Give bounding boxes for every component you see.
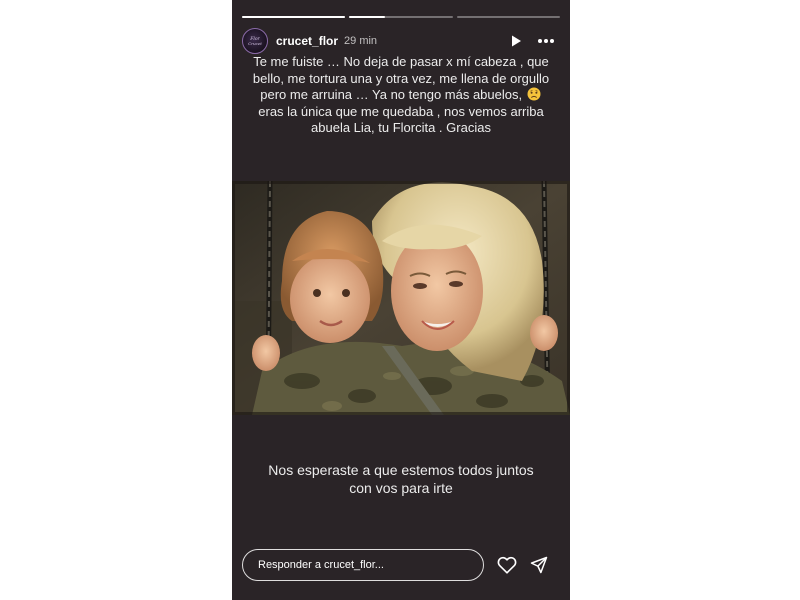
send-paper-plane-icon (530, 556, 548, 574)
avatar[interactable]: Flor Crucet (242, 28, 268, 54)
heart-outline-icon (497, 556, 517, 574)
story-photo (232, 181, 570, 415)
story-caption-bottom: Nos esperaste a que estemos todos juntos… (268, 462, 534, 496)
progress-segment (456, 16, 560, 18)
reply-input[interactable] (242, 549, 484, 581)
progress-segment (242, 16, 346, 18)
story-footer (242, 548, 556, 582)
more-horizontal-icon (538, 39, 554, 43)
avatar-logo-icon: Flor Crucet (248, 36, 262, 46)
story-viewer: Flor Crucet crucet_flor 29 min Te me fui… (232, 0, 570, 600)
like-button[interactable] (494, 552, 520, 578)
story-header: Flor Crucet crucet_flor 29 min (242, 28, 558, 54)
progress-fill (349, 16, 386, 18)
sad-face-emoji-icon (527, 87, 541, 101)
story-progress (242, 16, 560, 18)
caption-text-part-2: eras la única que me quedaba , nos vemos… (258, 103, 544, 136)
send-button[interactable] (526, 552, 552, 578)
progress-segment (349, 16, 453, 18)
swing-photo-image (232, 181, 570, 415)
more-options-button[interactable] (534, 29, 558, 53)
username[interactable]: crucet_flor (276, 34, 338, 48)
story-caption-top: Te me fuiste … No deja de pasar x mí cab… (246, 54, 556, 137)
progress-fill (242, 16, 346, 18)
play-button[interactable] (504, 29, 528, 53)
timestamp: 29 min (344, 35, 378, 47)
caption-text-part-1: Te me fuiste … No deja de pasar x mí cab… (252, 54, 550, 102)
play-icon (512, 35, 521, 47)
svg-text:Crucet: Crucet (248, 41, 262, 46)
